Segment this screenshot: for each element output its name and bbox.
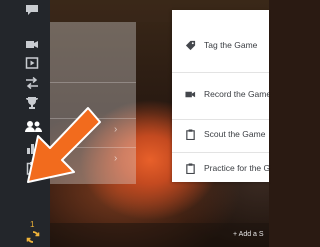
chevron-right-icon[interactable]: › xyxy=(114,125,122,135)
divider xyxy=(50,82,136,83)
menu-item-label: Practice for the Gam xyxy=(204,163,269,173)
team-icon[interactable] xyxy=(24,119,44,133)
clipboard-icon xyxy=(184,128,196,140)
tag-icon xyxy=(184,39,196,51)
sync-count-badge: 1 xyxy=(30,220,35,229)
menu-item-practice-for-the-game[interactable]: Practice for the Gam xyxy=(172,148,269,188)
chat-icon[interactable] xyxy=(25,3,39,17)
sync-icon[interactable] xyxy=(26,230,40,244)
clipboard-icon xyxy=(184,162,196,174)
clipboard-icon[interactable] xyxy=(25,161,39,175)
game-actions-menu: Tag the Game Record the Game Scout the G… xyxy=(172,10,269,182)
divider xyxy=(172,72,269,73)
submenu-panel: › › xyxy=(50,22,136,184)
chevron-right-icon[interactable]: › xyxy=(114,154,122,164)
menu-item-tag-the-game[interactable]: Tag the Game xyxy=(172,25,269,65)
transfer-arrows-icon[interactable] xyxy=(25,76,39,90)
stats-icon[interactable] xyxy=(25,141,39,155)
menu-item-label: Scout the Game xyxy=(204,129,266,139)
video-camera-icon xyxy=(184,88,196,100)
top-strip xyxy=(50,0,172,22)
menu-item-record-the-game[interactable]: Record the Game xyxy=(172,74,269,114)
add-button[interactable]: + Add a S xyxy=(233,231,264,238)
play-square-icon[interactable] xyxy=(25,56,39,70)
sidebar-rail xyxy=(0,0,50,247)
divider xyxy=(50,118,136,119)
trophy-icon[interactable] xyxy=(25,96,39,110)
menu-item-label: Record the Game xyxy=(204,89,269,99)
video-camera-icon[interactable] xyxy=(25,37,39,51)
menu-item-label: Tag the Game xyxy=(204,40,258,50)
divider xyxy=(50,147,136,148)
